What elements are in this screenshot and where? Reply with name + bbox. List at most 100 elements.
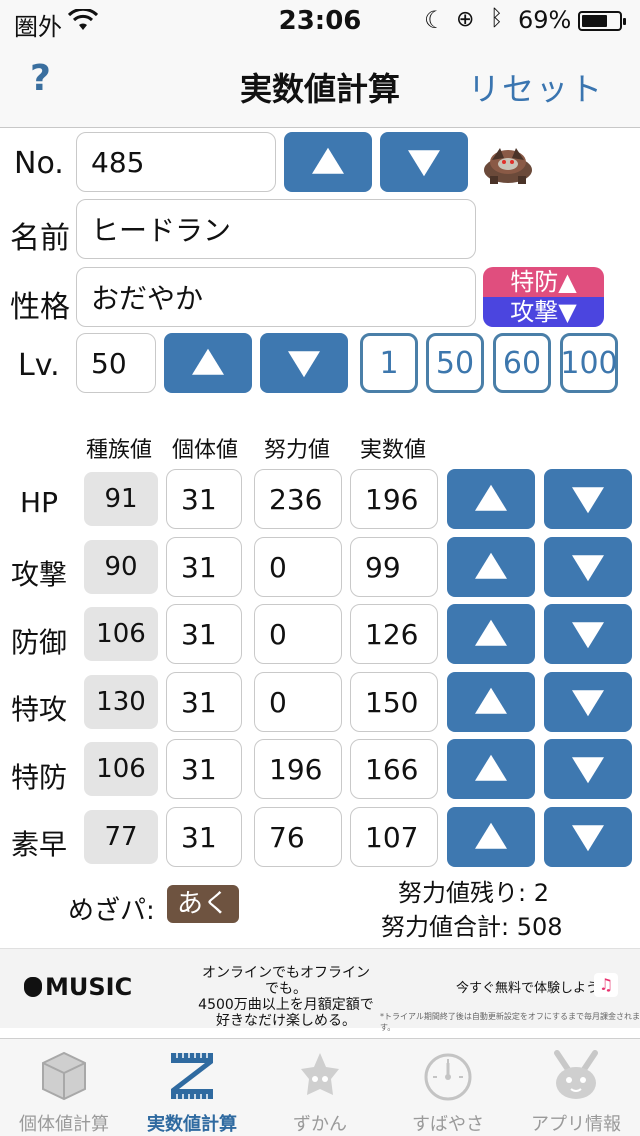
no-down-button[interactable] <box>380 132 468 192</box>
stat-down-button[interactable] <box>544 469 632 529</box>
nature-label: 性格 <box>10 290 70 325</box>
ev-field[interactable]: 0 <box>254 537 342 597</box>
down-arrow-icon <box>572 825 604 852</box>
up-arrow-icon <box>312 147 344 174</box>
level-preset-60-button[interactable]: 60 <box>493 333 551 393</box>
ad-copy-line: 好きなだけ楽しめる。 <box>216 1013 356 1029</box>
level-up-button[interactable] <box>164 333 252 393</box>
level-down-button[interactable] <box>260 333 348 393</box>
tab-label: すばやさ <box>412 1114 484 1135</box>
iv-field[interactable]: 31 <box>166 604 242 664</box>
iv-field[interactable]: 31 <box>166 739 242 799</box>
stat-label: 特攻 <box>10 693 67 726</box>
ev-field[interactable]: 0 <box>254 672 342 732</box>
tab-app-info[interactable]: アプリ情報 <box>512 1039 640 1136</box>
stat-down-button[interactable] <box>544 537 632 597</box>
tab-speed[interactable]: すばやさ <box>384 1039 512 1136</box>
base-stat-value: 130 <box>84 675 158 729</box>
stat-down-button[interactable] <box>544 807 632 867</box>
level-field[interactable]: 50 <box>76 333 156 393</box>
stat-down-button[interactable] <box>544 672 632 732</box>
stat-up-button[interactable] <box>447 604 535 664</box>
nature-value: おだやか <box>91 282 204 315</box>
ev-field[interactable]: 236 <box>254 469 342 529</box>
actual-value: 196 <box>365 482 419 516</box>
iv-field[interactable]: 31 <box>166 672 242 732</box>
no-value: 485 <box>91 145 145 179</box>
iv-field[interactable]: 31 <box>166 469 242 529</box>
column-header-actual: 実数値 <box>360 438 427 463</box>
up-arrow-icon <box>475 822 507 849</box>
actual-field[interactable]: 196 <box>350 469 438 529</box>
stat-down-button[interactable] <box>544 739 632 799</box>
pokedex-icon <box>293 1049 347 1103</box>
up-arrow-icon <box>475 619 507 646</box>
stat-up-button[interactable] <box>447 469 535 529</box>
ev-field[interactable]: 196 <box>254 739 342 799</box>
stat-label: HP <box>20 486 58 519</box>
ev-total: 努力値合計: 508 <box>381 913 563 941</box>
iv-value: 31 <box>181 617 217 651</box>
down-arrow-icon <box>572 487 604 514</box>
level-label: Lv. <box>18 348 60 383</box>
music-note-icon: ♫ <box>594 973 618 997</box>
ev-value: 196 <box>269 752 323 786</box>
iv-field[interactable]: 31 <box>166 807 242 867</box>
stat-up-button[interactable] <box>447 537 535 597</box>
reset-button[interactable]: リセット <box>468 64 604 110</box>
pikachu-icon <box>549 1049 603 1103</box>
actual-value: 99 <box>365 550 401 584</box>
base-stat-value: 77 <box>84 810 158 864</box>
stat-down-button[interactable] <box>544 604 632 664</box>
speedometer-icon <box>421 1049 475 1103</box>
apple-music-logo: MUSIC <box>24 973 132 1001</box>
ev-value: 0 <box>269 685 287 719</box>
ev-field[interactable]: 0 <box>254 604 342 664</box>
iv-value: 31 <box>181 752 217 786</box>
cube-icon <box>37 1049 91 1103</box>
tab-pokedex[interactable]: ずかん <box>256 1039 384 1136</box>
column-header-iv: 個体値 <box>172 438 239 463</box>
actual-field[interactable]: 166 <box>350 739 438 799</box>
stat-up-button[interactable] <box>447 807 535 867</box>
stat-label: 攻撃 <box>10 558 67 591</box>
base-stat-value: 106 <box>84 742 158 796</box>
ev-value: 76 <box>269 820 305 854</box>
actual-value: 126 <box>365 617 419 651</box>
stat-up-button[interactable] <box>447 672 535 732</box>
hidden-power-type-badge: あく <box>167 885 239 923</box>
iv-field[interactable]: 31 <box>166 537 242 597</box>
level-preset-100-button[interactable]: 100 <box>560 333 618 393</box>
tab-actual-calc[interactable]: 実数値計算 <box>128 1039 256 1136</box>
nature-effect-badge: 特防▲ 攻撃▼ <box>483 267 604 327</box>
status-bar: 圏外 23:06 ☾ ⊕ ᛒ 69% <box>0 0 640 41</box>
ev-value: 0 <box>269 550 287 584</box>
iv-value: 31 <box>181 820 217 854</box>
ad-fine-print: *トライアル期間終了後は自動更新設定をオフにするまで毎月課金されます。 <box>380 1012 640 1032</box>
apple-icon <box>24 977 42 997</box>
level-preset-50-button[interactable]: 50 <box>426 333 484 393</box>
level-preset-1-button[interactable]: 1 <box>360 333 418 393</box>
actual-field[interactable]: 99 <box>350 537 438 597</box>
tab-label: アプリ情報 <box>531 1114 621 1135</box>
iv-value: 31 <box>181 685 217 719</box>
tab-iv-calc[interactable]: 個体値計算 <box>0 1039 128 1136</box>
up-arrow-icon <box>475 754 507 781</box>
ad-banner[interactable]: MUSIC オンラインでもオフラインでも。 4500万曲以上を月額定額で 好きな… <box>0 948 640 1032</box>
actual-field[interactable]: 126 <box>350 604 438 664</box>
no-up-button[interactable] <box>284 132 372 192</box>
nature-field[interactable]: おだやか <box>76 267 476 327</box>
name-label: 名前 <box>10 221 70 256</box>
no-field[interactable]: 485 <box>76 132 276 192</box>
ad-cta[interactable]: 今すぐ無料で体験しよう <box>456 977 599 996</box>
ev-value: 236 <box>269 482 323 516</box>
name-field[interactable]: ヒードラン <box>76 199 476 259</box>
actual-field[interactable]: 107 <box>350 807 438 867</box>
ev-field[interactable]: 76 <box>254 807 342 867</box>
tab-label: 実数値計算 <box>147 1114 237 1135</box>
stat-up-button[interactable] <box>447 739 535 799</box>
down-arrow-icon <box>408 150 440 177</box>
ev-remaining: 努力値残り: 2 <box>398 879 549 907</box>
ad-copy-line: オンラインでもオフラインでも。 <box>202 965 370 997</box>
actual-field[interactable]: 150 <box>350 672 438 732</box>
